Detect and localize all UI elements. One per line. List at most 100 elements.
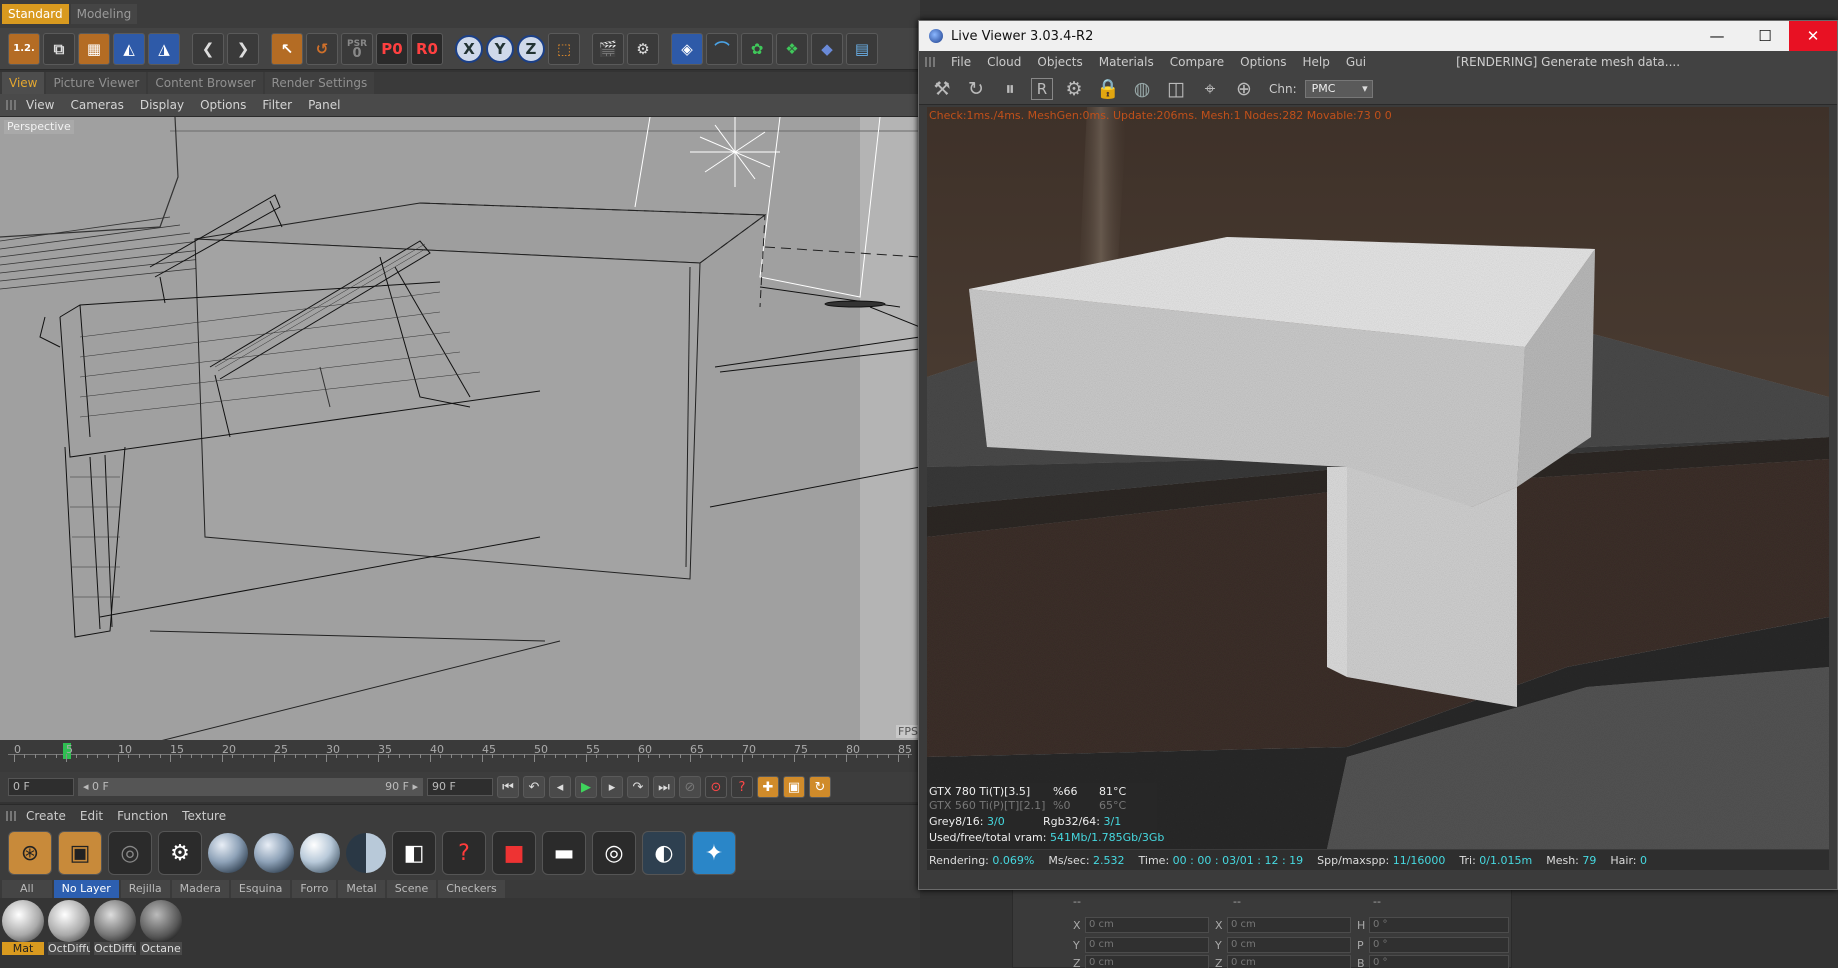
tab-picture-viewer[interactable]: Picture Viewer: [46, 72, 147, 94]
undo-view-button[interactable]: 1.2.: [8, 32, 40, 65]
coord-field[interactable]: 0 cm: [1085, 917, 1209, 933]
lock-icon[interactable]: 🔒: [1095, 76, 1121, 102]
keyframe-selection-icon[interactable]: ?: [731, 776, 753, 798]
y-axis-lock-button[interactable]: Y: [486, 34, 514, 63]
menu-panel[interactable]: Panel: [308, 98, 340, 112]
perspective-viewport[interactable]: Perspective FPS: [0, 116, 920, 740]
send-scene-icon[interactable]: ⚒: [929, 76, 955, 102]
copy-icon[interactable]: ⧉: [43, 32, 75, 65]
record-icon[interactable]: ⊘: [679, 776, 701, 798]
live-viewer-titlebar[interactable]: Live Viewer 3.03.4-R2 — ☐ ✕: [919, 21, 1837, 51]
coord-field[interactable]: 0 cm: [1085, 937, 1209, 953]
lv-menu-objects[interactable]: Objects: [1037, 55, 1082, 69]
tab-modeling[interactable]: Modeling: [70, 4, 138, 24]
paste-icon[interactable]: ▦: [78, 32, 110, 65]
material-item[interactable]: OctDiffu: [94, 900, 136, 966]
target-light-icon[interactable]: ◎: [592, 831, 636, 875]
prev-key-icon[interactable]: ↶: [523, 776, 545, 798]
render-settings-icon[interactable]: ⚙: [627, 32, 659, 65]
spline-icon[interactable]: ⌒: [706, 32, 738, 65]
cube-icon[interactable]: ◈: [671, 32, 703, 65]
move-key-icon[interactable]: ✚: [757, 776, 779, 798]
end-frame-field[interactable]: 90 F: [427, 778, 493, 796]
tab-view[interactable]: View: [2, 72, 45, 94]
mix-material-icon[interactable]: [346, 833, 386, 873]
diffuse-material-icon[interactable]: [208, 833, 248, 873]
octane-settings-icon[interactable]: ⊛: [8, 831, 52, 875]
octane-livedb-icon[interactable]: ▣: [58, 831, 102, 875]
lv-menu-materials[interactable]: Materials: [1099, 55, 1154, 69]
environment-icon[interactable]: ◐: [642, 831, 686, 875]
lv-menu-compare[interactable]: Compare: [1170, 55, 1224, 69]
coordinate-system-icon[interactable]: ⬚: [548, 32, 580, 65]
tab-standard[interactable]: Standard: [2, 4, 69, 24]
render-active-view-icon[interactable]: 🎬: [592, 32, 624, 65]
autokey-icon[interactable]: ⊙: [705, 776, 727, 798]
coord-field[interactable]: 0 °: [1369, 917, 1509, 933]
forward-arrow-icon[interactable]: ❯: [227, 32, 259, 65]
close-icon[interactable]: ✕: [1789, 21, 1837, 51]
frame-range-slider[interactable]: ◂ 0 F 90 F ▸: [78, 778, 423, 796]
rotate-key-icon[interactable]: ↻: [809, 776, 831, 798]
lv-menu-cloud[interactable]: Cloud: [987, 55, 1021, 69]
help-material-icon[interactable]: ?: [442, 831, 486, 875]
settings-gear-icon[interactable]: ⚙: [1061, 76, 1087, 102]
filter-scene[interactable]: Scene: [386, 880, 437, 898]
mat-menu-texture[interactable]: Texture: [182, 809, 226, 823]
tab-render-settings[interactable]: Render Settings: [264, 72, 375, 94]
lv-menu-file[interactable]: File: [951, 55, 971, 69]
deformer-icon[interactable]: ◆: [811, 32, 843, 65]
lv-menu-options[interactable]: Options: [1240, 55, 1286, 69]
filter-esquina[interactable]: Esquina: [230, 880, 291, 898]
filter-no-layer[interactable]: No Layer: [53, 880, 119, 898]
tab-content-browser[interactable]: Content Browser: [148, 72, 263, 94]
filter-madera[interactable]: Madera: [171, 880, 229, 898]
camera-icon[interactable]: ■: [492, 831, 536, 875]
psr-lock-button[interactable]: PSR 0: [341, 32, 373, 65]
specular-material-icon[interactable]: [300, 833, 340, 873]
maximize-icon[interactable]: ☐: [1741, 21, 1789, 51]
material-item[interactable]: Mat: [2, 900, 44, 966]
minimize-icon[interactable]: —: [1693, 21, 1741, 51]
filter-rejilla[interactable]: Rejilla: [120, 880, 170, 898]
coord-field[interactable]: 0 °: [1369, 955, 1509, 968]
menu-view[interactable]: View: [26, 98, 54, 112]
mat-menu-edit[interactable]: Edit: [80, 809, 103, 823]
lv-grip-handle[interactable]: [925, 57, 935, 67]
octane-material-icon[interactable]: ◎: [108, 831, 152, 875]
pause-icon[interactable]: ⏸: [997, 76, 1023, 102]
next-frame-icon[interactable]: ▸: [601, 776, 623, 798]
z-axis-lock-button[interactable]: Z: [517, 34, 545, 63]
rotation-keyframe-button[interactable]: R0: [411, 32, 443, 65]
menu-cameras[interactable]: Cameras: [70, 98, 123, 112]
restart-render-icon[interactable]: ↻: [963, 76, 989, 102]
back-arrow-icon[interactable]: ❮: [192, 32, 224, 65]
menu-display[interactable]: Display: [140, 98, 184, 112]
region-render-icon[interactable]: R: [1031, 77, 1053, 100]
render-view-icon[interactable]: ◭: [113, 32, 145, 65]
coord-field[interactable]: 0 cm: [1227, 955, 1351, 968]
next-key-icon[interactable]: ↷: [627, 776, 649, 798]
floor-icon[interactable]: ▤: [846, 32, 878, 65]
material-grip-handle[interactable]: [6, 811, 16, 821]
go-to-end-icon[interactable]: ⏭: [653, 776, 675, 798]
position-keyframe-button[interactable]: P0: [376, 32, 408, 65]
lasso-icon[interactable]: ↺: [306, 32, 338, 65]
material-preview-icon[interactable]: ◍: [1129, 76, 1155, 102]
coord-field[interactable]: 0 cm: [1227, 937, 1351, 953]
x-axis-lock-button[interactable]: X: [455, 34, 483, 63]
portal-material-icon[interactable]: ◧: [392, 831, 436, 875]
select-pointer-icon[interactable]: ↖: [271, 32, 303, 65]
go-to-start-icon[interactable]: ⏮: [497, 776, 519, 798]
channel-select[interactable]: PMC: [1304, 79, 1373, 98]
timeline[interactable]: 0 5 10 15 20 25 30 35 40 45 50 55 60 65 70 75 80 85: [0, 740, 941, 772]
material-item[interactable]: OctDiffu: [48, 900, 90, 966]
render-picture-icon[interactable]: ◮: [148, 32, 180, 65]
area-light-icon[interactable]: ▬: [542, 831, 586, 875]
menu-filter[interactable]: Filter: [262, 98, 292, 112]
octane-vdb-icon[interactable]: ✦: [692, 831, 736, 875]
glossy-material-icon[interactable]: [254, 833, 294, 873]
mat-menu-create[interactable]: Create: [26, 809, 66, 823]
filter-metal[interactable]: Metal: [338, 880, 385, 898]
grip-handle[interactable]: [6, 100, 16, 110]
